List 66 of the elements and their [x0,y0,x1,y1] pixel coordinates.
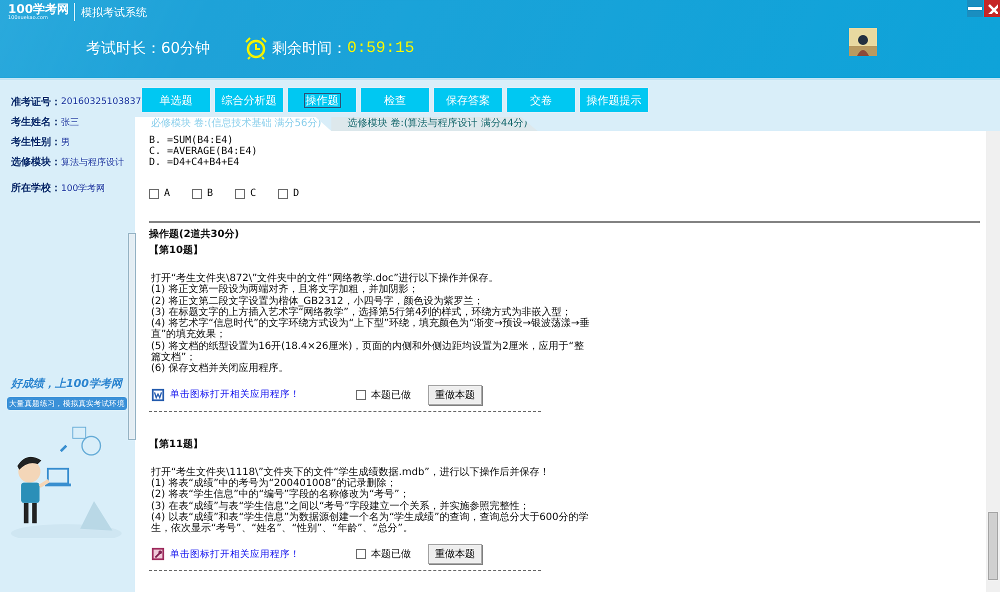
question-text: (3) 在标题文字的上方插入艺术字“网络教学”，选择第5行第4列的样式，环绕方式为非嵌入型； [151,306,572,318]
choice-label: B [207,188,214,199]
question-text: (4) 将艺术字“信息时代”的文字环绕方式设为“上下型”环绕，填充颜色为“渐变→预设→银波荡漾→垂直”的填充效果； [151,318,590,340]
question-number: 【第11题】 [149,438,204,451]
choice-label: D [293,188,300,199]
checkbox[interactable] [278,188,288,198]
info-label: 所在学校： [11,182,61,195]
toolbar-button[interactable]: 检查 [361,88,429,112]
info-value: 100学考网 [61,182,106,194]
checkbox[interactable] [356,390,366,400]
choice-label: C [250,188,256,199]
question-number: 【第10题】 [149,244,204,257]
question-text: (1) 将表“成绩”中的考号为“200401008”的记录删除； [151,478,398,489]
question-text: (4) 以表“成绩”和表“学生信息”为数据源创建一个名为“学生成绩”的查询，查询总分大于600分的学生，依次显示“考号”、“姓名”、“性别”、“年龄”、“总分”。 [151,512,590,534]
toolbar-button[interactable]: 单选题 [142,88,210,112]
open-app-link[interactable]: 单击图标打开相关应用程序！ [170,388,356,402]
document-icon[interactable] [151,388,165,402]
close-icon [986,3,998,14]
question-text: (1) 将正文第一段设为两端对齐，且将文字加粗，并加阴影； [151,284,420,296]
alarm-clock-icon [244,36,268,60]
minimize-icon [968,7,982,10]
toolbar-button[interactable]: 操作题提示 [580,88,648,112]
exam-duration: 考试时长：60分钟 [86,38,210,58]
option-text: C. =AVERAGE(B4:E4) [149,146,258,157]
logo: 100学考网 [8,3,70,15]
info-value: 20160325103837 [61,97,142,107]
open-app-link[interactable]: 单击图标打开相关应用程序！ [170,548,356,561]
section-title: 操作题(2道共30分) [149,228,240,241]
slogan: 好成绩，上100学考网 [11,376,124,391]
info-label: 考生性别： [11,136,61,149]
info-label: 考生姓名： [11,116,61,129]
app-title: 模拟考试系统 [81,4,148,20]
question-text: (6) 保存文档并关闭应用程序。 [151,363,290,375]
info-value: 算法与程序设计 [61,156,124,168]
question-text: (2) 将表“学生信息”中的“编号”字段的名称修改为“考号”； [151,489,410,500]
checkbox[interactable] [192,188,202,198]
question-text: (5) 将文档的纸型设置为16开(18.4×26厘米)，页面的内侧和外侧边距均设置为2厘米，应用于“整篇文档”； [151,340,585,364]
redo-button[interactable]: 重做本题 [428,384,482,405]
toolbar-button[interactable]: 保存答案 [434,88,502,112]
toolbar-button[interactable]: 交卷 [507,88,575,112]
close-button[interactable] [984,0,1000,17]
minimize-button[interactable] [967,0,983,17]
scrollbar[interactable] [128,233,136,440]
checkbox[interactable] [235,188,246,198]
option-text: B. =SUM(B4:E4) [149,135,234,146]
remaining-label: 剩余时间： [272,38,348,58]
toolbar-button[interactable]: 操作题 [288,88,356,112]
checkbox[interactable] [356,549,366,560]
redo-button[interactable]: 重做本题 [428,544,482,564]
scrollbar[interactable] [986,131,1000,592]
done-label: 本题已做 [371,388,411,402]
checkbox[interactable] [149,188,159,198]
info-value: 男 [61,136,70,148]
toolbar-button[interactable]: 综合分析题 [215,88,283,112]
info-label: 选修模块： [11,156,61,169]
done-label: 本题已做 [371,548,411,562]
question-text: (3) 在表“成绩”与表“学生信息”之间以“考号”字段建立一个关系，并实施参照完整性； [151,500,530,512]
info-label: 准考证号： [11,96,61,109]
question-text: 打开“考生文件夹\872\”文件夹中的文件“网络教学.doc”进行以下操作并保存。 [151,273,500,284]
info-value: 张三 [61,116,79,128]
option-text: D. =D4+C4+B4+E4 [149,157,240,168]
question-text: (2) 将正文第二段文字设置为楷体_GB2312，小四号字，颜色设为紫罗兰； [151,296,484,307]
choice-label: A [164,188,170,199]
remaining-time: 0:59:15 [347,39,414,57]
question-text: 打开“考生文件夹\1118\”文件夹下的文件“学生成绩数据.mdb”，进行以下操作后并保存！ [151,466,551,478]
key-icon[interactable] [151,547,165,562]
